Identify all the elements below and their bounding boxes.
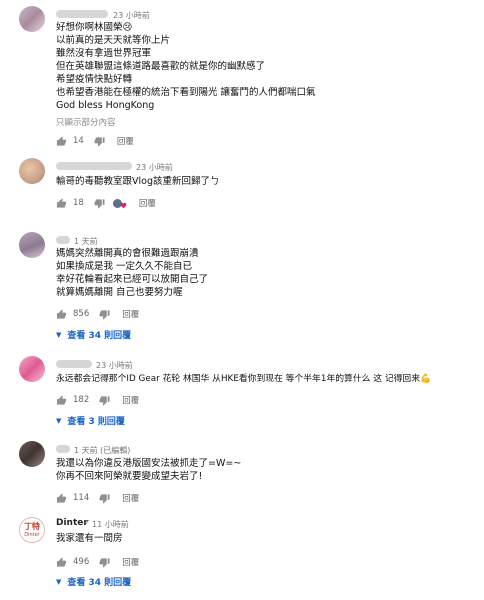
comment-text-line: 就算媽媽離開 自己也要努力喔: [56, 287, 183, 298]
author-name[interactable]: [56, 162, 132, 170]
comment-text-line: 幸好花輪看起來已經可以放開自己了: [56, 274, 209, 285]
like-count: 856: [73, 309, 90, 319]
avatar[interactable]: [19, 6, 45, 32]
comment-timestamp[interactable]: 23 小時前: [96, 360, 133, 371]
comment-actions: 182 回覆: [56, 393, 139, 407]
heart-icon: [120, 202, 127, 209]
thumb-up-icon[interactable]: [56, 493, 67, 504]
reply-button[interactable]: 回覆: [122, 394, 139, 406]
comment-text-line: 雖然沒有拿過世界冠軍: [56, 48, 152, 59]
caret-down-icon: ▼: [56, 416, 62, 425]
like-count: 182: [73, 395, 90, 405]
comment-timestamp[interactable]: 23 小時前: [136, 162, 173, 173]
reply-button[interactable]: 回覆: [117, 135, 134, 147]
like-count: 114: [73, 493, 90, 503]
comment-text-line: 希望疫情快點好轉: [56, 74, 133, 85]
caret-down-icon: ▼: [56, 577, 62, 586]
comment-actions: 496 回覆: [56, 555, 139, 569]
view-replies-button[interactable]: ▼ 查看 34 則回覆: [56, 328, 132, 342]
avatar-logo-subtext: Dinter: [24, 532, 40, 538]
avatar-logo-text: 丁特: [24, 522, 40, 531]
comment-text-line: 也希望香港能在極權的統治下看到陽光 讓奮鬥的人們都喘口氣: [56, 87, 316, 98]
avatar[interactable]: [19, 158, 45, 184]
thumb-up-icon[interactable]: [56, 136, 67, 147]
caret-down-icon: ▼: [56, 330, 62, 339]
thumb-down-icon[interactable]: [99, 395, 110, 406]
comment-timestamp[interactable]: 23 小時前: [113, 10, 150, 21]
thumb-up-icon[interactable]: [56, 309, 67, 320]
comment-text-line: 我家還有一間房: [56, 533, 123, 544]
comment-actions: 856 回覆: [56, 307, 139, 321]
view-replies-label: 查看 34 則回覆: [67, 578, 132, 588]
reply-button[interactable]: 回覆: [122, 492, 139, 504]
creator-heart: [112, 197, 127, 209]
author-name[interactable]: [56, 445, 70, 453]
show-less-link[interactable]: 只顯示部分內容: [56, 116, 116, 128]
like-count: 496: [73, 557, 90, 567]
thumb-down-icon[interactable]: [99, 309, 110, 320]
view-replies-label: 查看 3 則回覆: [67, 417, 125, 427]
avatar[interactable]: [19, 232, 45, 258]
comment-text-line: 永远都会记得那个ID Gear 花轮 林国华 从HKE看你到现在 等个半年1年的…: [56, 374, 431, 384]
thumb-up-icon[interactable]: [56, 557, 67, 568]
thumb-up-icon[interactable]: [56, 198, 67, 209]
comment-timestamp[interactable]: 11 小時前: [92, 519, 129, 530]
author-name[interactable]: [56, 360, 92, 368]
author-name[interactable]: [56, 236, 70, 244]
comment-text-line: 我還以為你違反港版國安法被抓走了=W=~: [56, 458, 242, 469]
avatar[interactable]: [19, 441, 45, 467]
thumb-down-icon[interactable]: [99, 493, 110, 504]
view-replies-button[interactable]: ▼ 查看 3 則回覆: [56, 414, 125, 428]
reply-button[interactable]: 回覆: [139, 197, 156, 209]
like-count: 14: [73, 136, 84, 146]
comment-timestamp[interactable]: 1 天前 (已編輯): [74, 445, 130, 456]
comment-text-line: 輸哥的毒聽教室跟Vlog該重新回歸了ㄅ: [56, 176, 220, 187]
comment-text-line: 如果換成是我 一定久久不能自已: [56, 261, 193, 272]
view-replies-label: 查看 34 則回覆: [67, 331, 132, 341]
avatar[interactable]: 丁特 Dinter: [19, 517, 45, 543]
comment-text-line: 好想你啊林國榮😢: [56, 22, 133, 33]
comment-text-line: God bless HongKong: [56, 100, 155, 111]
thumb-up-icon[interactable]: [56, 395, 67, 406]
reply-button[interactable]: 回覆: [122, 308, 139, 320]
thumb-down-icon[interactable]: [94, 198, 105, 209]
view-replies-button[interactable]: ▼ 查看 34 則回覆: [56, 575, 132, 589]
comment-text-line: 以前真的是天天就等你上片: [56, 35, 171, 46]
avatar[interactable]: [19, 356, 45, 382]
comment-actions: 18 回覆: [56, 196, 156, 210]
thumb-down-icon[interactable]: [94, 136, 105, 147]
verified-check-icon: ✓: [84, 518, 91, 527]
comment-text-line: 媽媽突然離開真的會很難過跟崩潰: [56, 248, 199, 259]
comment-timestamp[interactable]: 1 天前: [74, 236, 98, 247]
author-name[interactable]: [56, 10, 108, 18]
comment-actions: 14 回覆: [56, 134, 134, 148]
thumb-down-icon[interactable]: [99, 557, 110, 568]
comment-actions: 114 回覆: [56, 491, 139, 505]
comment-text-line: 但在英雄聯盟這條道路最喜歡的就是你的幽默感了: [56, 61, 266, 72]
comment-text-line: 你再不回來阿榮就要變成望夫岩了!: [56, 471, 203, 482]
reply-button[interactable]: 回覆: [122, 556, 139, 568]
like-count: 18: [73, 198, 84, 208]
